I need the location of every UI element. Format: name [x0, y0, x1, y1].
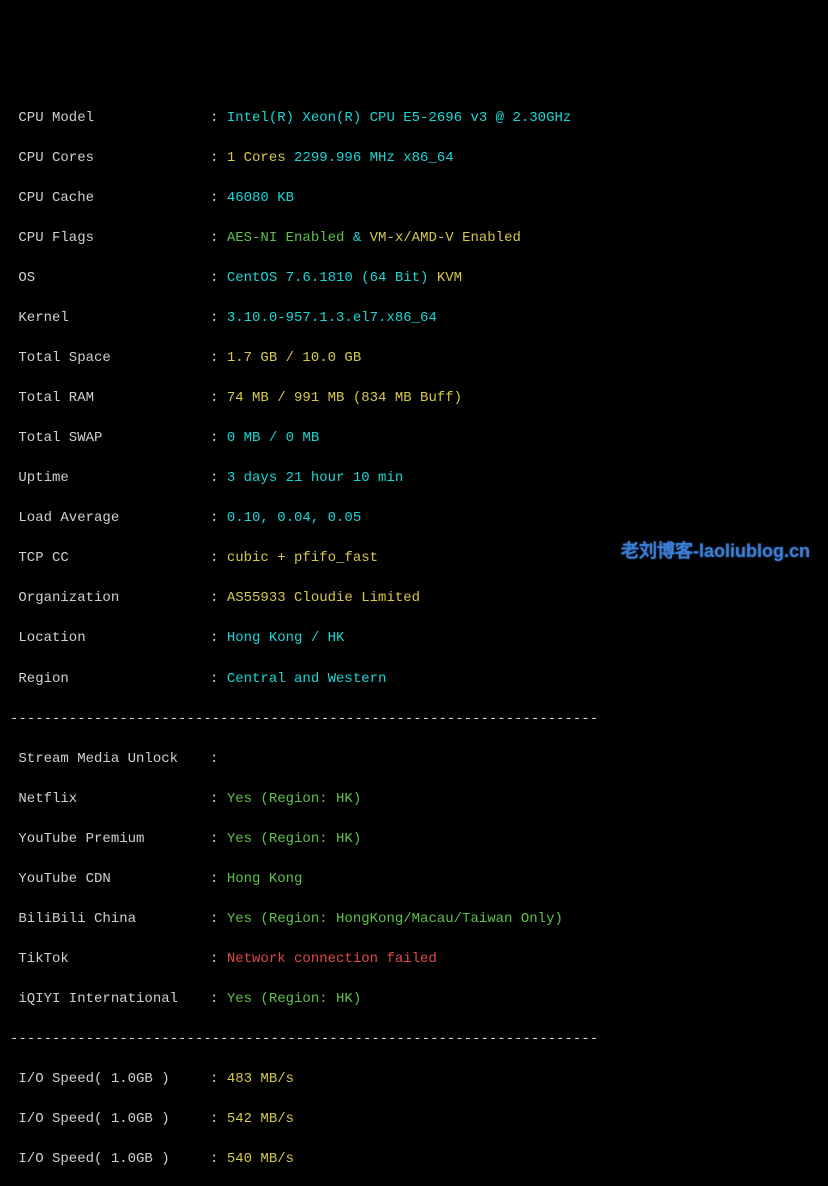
label-cpu-cache: CPU Cache [10, 188, 210, 208]
label-cpu-cores: CPU Cores [10, 148, 210, 168]
label-os: OS [10, 268, 210, 288]
label-netflix: Netflix [10, 789, 210, 809]
label-load: Load Average [10, 508, 210, 528]
value-cpu-flags-aesni: AES-NI Enabled [227, 230, 345, 246]
value-netflix: Yes (Region: HK) [227, 791, 361, 807]
value-os-virt: KVM [428, 270, 462, 286]
label-location: Location [10, 628, 210, 648]
value-os: CentOS 7.6.1810 (64 Bit) [227, 270, 429, 286]
value-tcpcc: cubic + pfifo_fast [227, 550, 378, 566]
label-tcpcc: TCP CC [10, 548, 210, 568]
watermark: 老刘博客-laoliublog.cn [621, 539, 810, 565]
value-youtube-cdn: Hong Kong [227, 871, 303, 887]
label-io-1: I/O Speed( 1.0GB ) [10, 1069, 210, 1089]
value-cpu-cores-2: 2299.996 MHz x86_64 [286, 150, 454, 166]
value-iqiyi: Yes (Region: HK) [227, 991, 361, 1007]
value-cpu-cores-1: 1 Cores [227, 150, 286, 166]
label-space: Total Space [10, 348, 210, 368]
label-uptime: Uptime [10, 468, 210, 488]
terminal-output: CPU Model : Intel(R) Xeon(R) CPU E5-2696… [10, 88, 818, 1186]
label-io-2: I/O Speed( 1.0GB ) [10, 1109, 210, 1129]
value-tiktok: Network connection failed [227, 951, 437, 967]
value-cpu-cache: 46080 KB [227, 190, 294, 206]
label-io-3: I/O Speed( 1.0GB ) [10, 1149, 210, 1169]
label-org: Organization [10, 588, 210, 608]
value-bilibili: Yes (Region: HongKong/Macau/Taiwan Only) [227, 911, 563, 927]
label-youtube-cdn: YouTube CDN [10, 869, 210, 889]
value-location: Hong Kong / HK [227, 630, 345, 646]
label-iqiyi: iQIYI International [10, 989, 210, 1009]
value-youtube-premium: Yes (Region: HK) [227, 831, 361, 847]
value-region: Central and Western [227, 671, 387, 687]
label-bilibili: BiliBili China [10, 909, 210, 929]
value-swap: 0 MB / 0 MB [227, 430, 319, 446]
value-cpu-model: Intel(R) Xeon(R) CPU E5-2696 v3 @ 2.30GH… [227, 110, 571, 126]
label-region: Region [10, 669, 210, 689]
label-kernel: Kernel [10, 308, 210, 328]
value-io-3: 540 MB/s [227, 1151, 294, 1167]
value-cpu-flags-vmx: VM-x/AMD-V Enabled [370, 230, 521, 246]
value-io-1: 483 MB/s [227, 1071, 294, 1087]
label-cpu-flags: CPU Flags [10, 228, 210, 248]
value-uptime: 3 days 21 hour 10 min [227, 470, 403, 486]
value-ram: 74 MB / 991 MB (834 MB Buff) [227, 390, 462, 406]
label-tiktok: TikTok [10, 949, 210, 969]
label-stream-header: Stream Media Unlock [10, 749, 210, 769]
label-swap: Total SWAP [10, 428, 210, 448]
value-kernel: 3.10.0-957.1.3.el7.x86_64 [227, 310, 437, 326]
label-cpu-model: CPU Model [10, 108, 210, 128]
label-youtube-premium: YouTube Premium [10, 829, 210, 849]
value-load: 0.10, 0.04, 0.05 [227, 510, 361, 526]
label-ram: Total RAM [10, 388, 210, 408]
value-space: 1.7 GB / 10.0 GB [227, 350, 361, 366]
value-io-2: 542 MB/s [227, 1111, 294, 1127]
divider: ----------------------------------------… [10, 709, 818, 729]
divider: ----------------------------------------… [10, 1029, 818, 1049]
